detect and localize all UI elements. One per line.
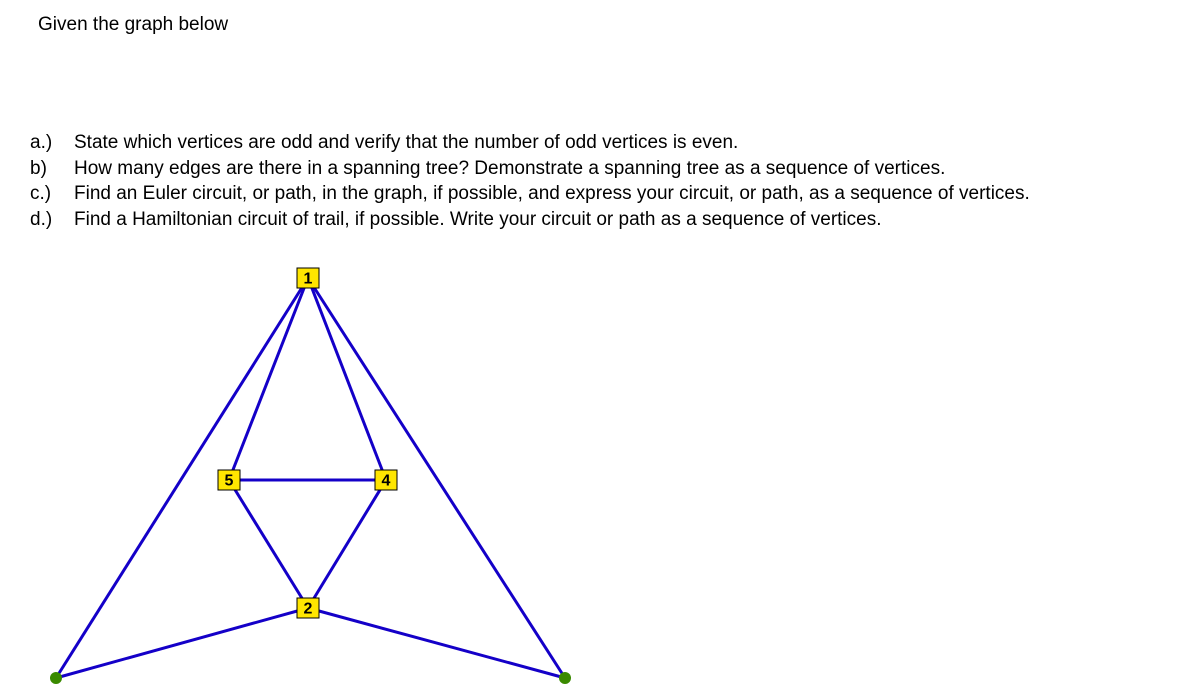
question-b-text: How many edges are there in a spanning t… [74, 156, 1030, 182]
question-d: d.) Find a Hamiltonian circuit of trail,… [30, 207, 1030, 233]
question-a-label: a.) [30, 130, 74, 156]
edge-1-5 [229, 278, 308, 480]
vertex-1-label: 1 [304, 271, 313, 288]
question-c-label: c.) [30, 181, 74, 207]
question-c: c.) Find an Euler circuit, or path, in t… [30, 181, 1030, 207]
vertex-5-label: 5 [225, 473, 234, 490]
question-a: a.) State which vertices are odd and ver… [30, 130, 1030, 156]
vertex-L-dot [50, 672, 62, 684]
question-b: b) How many edges are there in a spannin… [30, 156, 1030, 182]
question-list: a.) State which vertices are odd and ver… [30, 130, 1030, 233]
edge-5-2 [229, 480, 308, 608]
graph-svg: 1542 [30, 260, 630, 690]
graph-figure: 1542 [30, 260, 630, 680]
edge-4-2 [308, 480, 386, 608]
vertex-4-label: 4 [382, 473, 391, 490]
question-c-text: Find an Euler circuit, or path, in the g… [74, 181, 1030, 207]
question-b-label: b) [30, 156, 74, 182]
vertex-2-label: 2 [304, 601, 313, 618]
vertex-R-dot [559, 672, 571, 684]
question-d-text: Find a Hamiltonian circuit of trail, if … [74, 207, 1030, 233]
question-a-text: State which vertices are odd and verify … [74, 130, 1030, 156]
question-d-label: d.) [30, 207, 74, 233]
intro-text: Given the graph below [38, 14, 228, 36]
